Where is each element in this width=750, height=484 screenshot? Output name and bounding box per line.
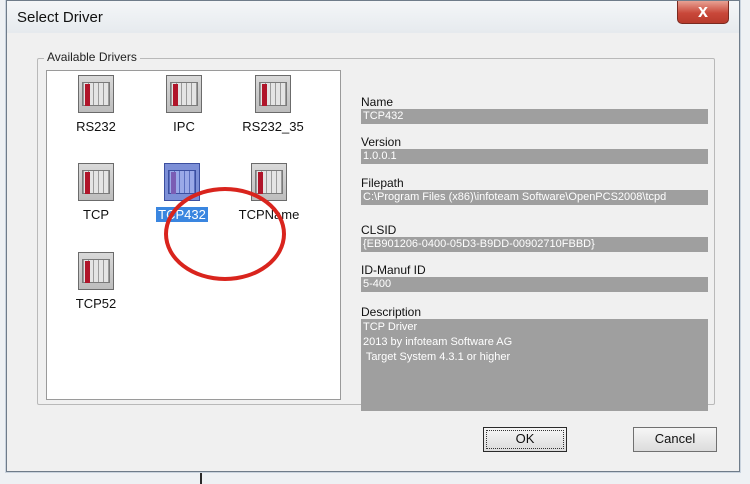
driver-item-ipc[interactable]: IPC — [144, 75, 224, 136]
window-title: Select Driver — [17, 9, 103, 26]
driver-item-tcp[interactable]: TCP — [56, 163, 136, 224]
name-label: Name — [361, 95, 394, 109]
version-label: Version — [361, 135, 402, 149]
driver-label: TCP52 — [75, 296, 117, 311]
clsid-label: CLSID — [361, 223, 397, 237]
group-label: Available Drivers — [44, 50, 140, 64]
driver-label: TCP — [83, 207, 109, 222]
description-label: Description — [361, 305, 422, 319]
driver-list[interactable]: RS232 IPC RS232_35 TCP TCP432 TCPName TC… — [46, 70, 341, 400]
driver-icon — [255, 75, 291, 113]
name-value: TCP432 — [361, 109, 708, 124]
driver-label: IPC — [173, 119, 195, 134]
driver-icon — [78, 252, 114, 290]
ok-button[interactable]: OK — [483, 427, 567, 452]
driver-label: RS232_35 — [242, 119, 304, 134]
clsid-value: {EB901206-0400-05D3-B9DD-00902710FBBD} — [361, 237, 708, 252]
driver-item-tcp52[interactable]: TCP52 — [56, 252, 136, 313]
driver-item-rs232[interactable]: RS232 — [56, 75, 136, 136]
driver-icon — [78, 75, 114, 113]
title-bar[interactable]: Select Driver x — [7, 1, 739, 33]
filepath-value: C:\Program Files (x86)\infoteam Software… — [361, 190, 708, 205]
select-driver-dialog: Select Driver x Available Drivers RS232 … — [6, 0, 740, 472]
available-drivers-group: Available Drivers RS232 IPC RS232_35 TCP… — [37, 50, 715, 411]
id-manuf-label: ID-Manuf ID — [361, 263, 426, 277]
driver-icon — [78, 163, 114, 201]
close-button[interactable]: x — [677, 1, 729, 24]
version-value: 1.0.0.1 — [361, 149, 708, 164]
close-icon: x — [697, 1, 708, 21]
dialog-client-area: Available Drivers RS232 IPC RS232_35 TCP… — [13, 33, 731, 463]
background-divider — [200, 472, 202, 484]
cancel-button[interactable]: Cancel — [633, 427, 717, 452]
filepath-label: Filepath — [361, 176, 404, 190]
driver-item-rs232-35[interactable]: RS232_35 — [233, 75, 313, 136]
driver-icon — [166, 75, 202, 113]
highlight-circle-annotation — [164, 187, 286, 281]
id-manuf-value: 5-400 — [361, 277, 708, 292]
description-value: TCP Driver 2013 by infoteam Software AG … — [361, 319, 708, 411]
driver-label: RS232 — [76, 119, 116, 134]
